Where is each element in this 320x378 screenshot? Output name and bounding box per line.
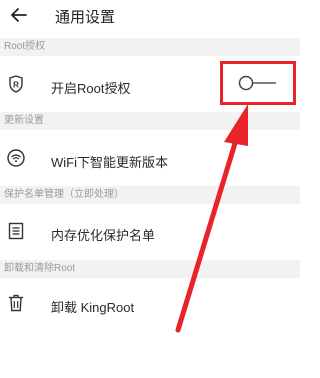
top-bar: 通用设置 bbox=[0, 0, 300, 33]
page-title: 通用设置 bbox=[55, 9, 116, 26]
row-label-root-authorization: 开启Root授权 bbox=[51, 81, 131, 96]
section-header-protection: 保护名单管理（立即处理） bbox=[0, 186, 300, 204]
row-protection-list[interactable]: 内存优化保护名单 bbox=[0, 208, 300, 258]
row-label-protection-list: 内存优化保护名单 bbox=[51, 228, 156, 243]
list-icon bbox=[7, 222, 25, 240]
back-button[interactable] bbox=[6, 4, 32, 26]
row-wifi-update[interactable]: WiFi下智能更新版本 bbox=[0, 134, 300, 184]
trash-icon bbox=[7, 294, 25, 312]
row-uninstall-kingroot[interactable]: 卸载 KingRoot bbox=[0, 282, 300, 328]
wifi-icon bbox=[7, 149, 25, 167]
root-r-icon: R bbox=[7, 75, 25, 93]
row-label-wifi-update: WiFi下智能更新版本 bbox=[51, 155, 168, 170]
svg-text:R: R bbox=[13, 81, 19, 90]
back-arrow-icon bbox=[11, 8, 27, 22]
root-authorization-toggle[interactable] bbox=[238, 75, 278, 91]
section-header-root: Root授权 bbox=[0, 38, 300, 56]
section-header-uninstall: 卸载和清除Root bbox=[0, 260, 300, 278]
section-header-update: 更新设置 bbox=[0, 112, 300, 130]
row-label-uninstall-kingroot: 卸载 KingRoot bbox=[51, 300, 135, 315]
